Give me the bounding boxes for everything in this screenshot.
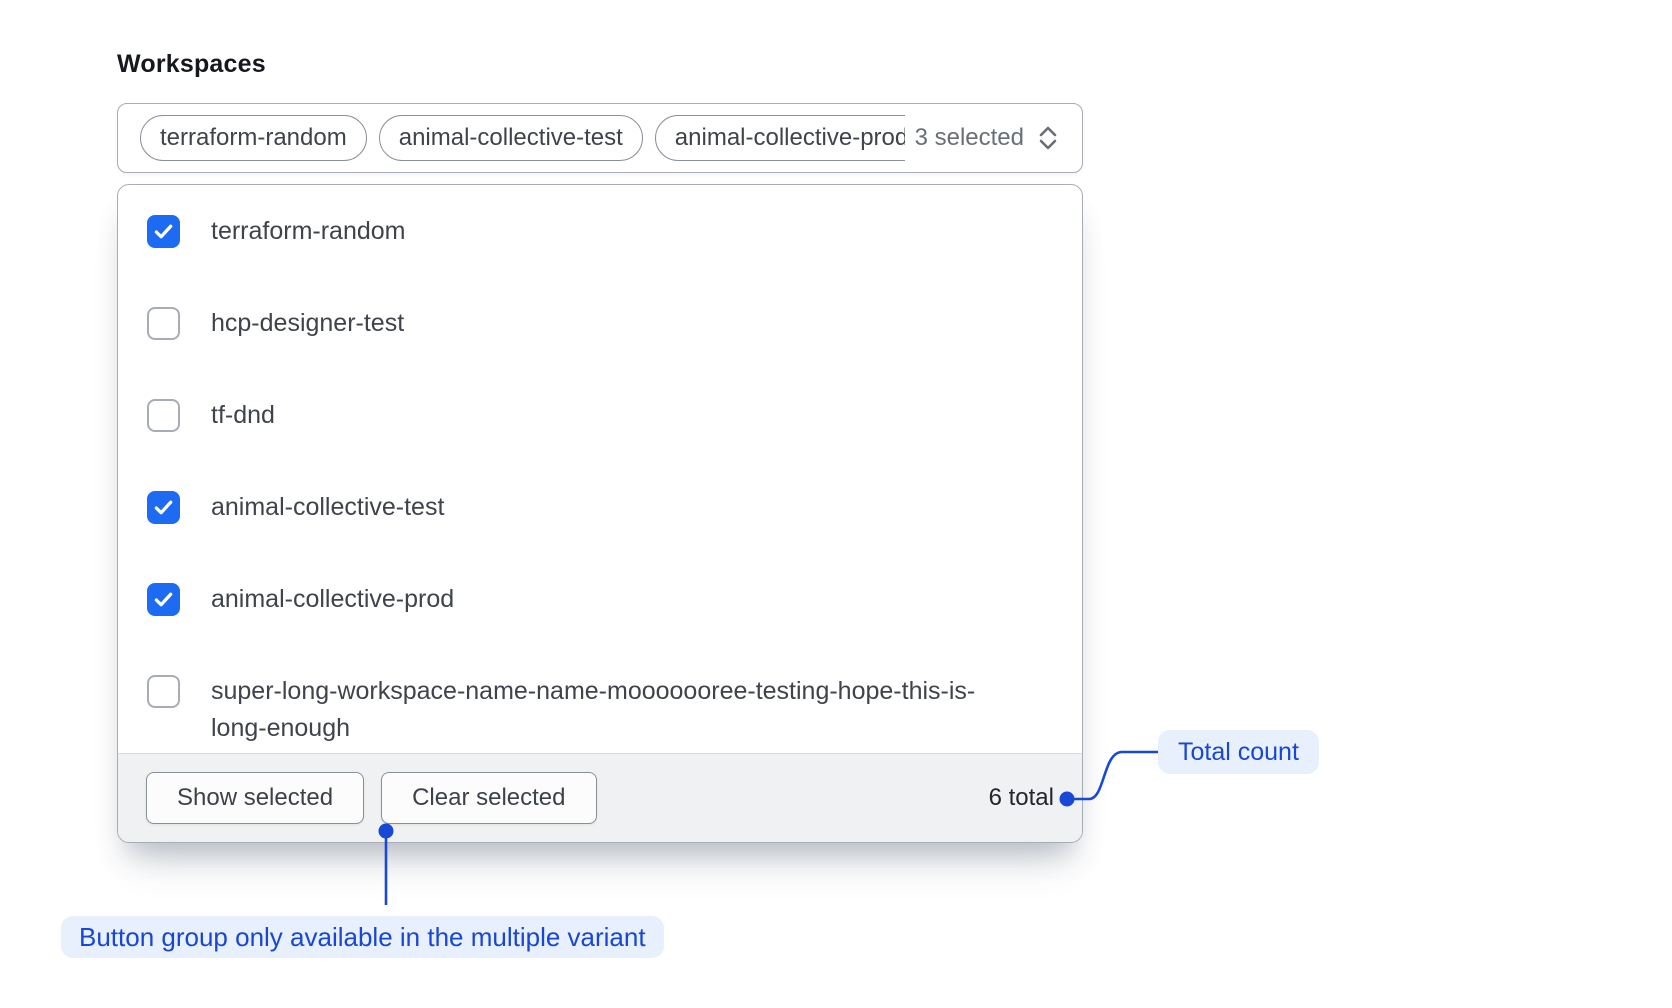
workspace-option-row[interactable]: terraform-random (147, 213, 1054, 250)
workspace-option-label: animal-collective-test (211, 489, 444, 526)
checkbox-icon[interactable] (147, 675, 180, 708)
clear-selected-button[interactable]: Clear selected (381, 772, 596, 824)
workspace-option-row[interactable]: animal-collective-prod (147, 581, 1054, 618)
workspace-option-label: super-long-workspace-name-name-moooooore… (211, 673, 1011, 747)
workspace-option-row[interactable]: animal-collective-test (147, 489, 1054, 526)
checkbox-icon[interactable] (147, 307, 180, 340)
show-selected-button[interactable]: Show selected (146, 772, 364, 824)
multiselect-demo-canvas: Workspaces terraform-random animal-colle… (0, 0, 1672, 1008)
workspace-option-row[interactable]: super-long-workspace-name-name-moooooore… (147, 673, 1054, 747)
total-count-text: 6 total (989, 784, 1054, 812)
options-list: terraform-random hcp-designer-test tf-dn… (118, 185, 1082, 753)
workspace-option-row[interactable]: tf-dnd (147, 397, 1054, 434)
selected-tags-group: terraform-random animal-collective-test … (140, 114, 905, 162)
total-count-annotation: Total count (1158, 730, 1319, 774)
workspace-option-label: animal-collective-prod (211, 581, 454, 618)
workspace-option-label: tf-dnd (211, 397, 275, 434)
selected-tag-truncated: animal-collective-prod (655, 115, 905, 161)
checkbox-icon[interactable] (147, 491, 180, 524)
checkbox-icon[interactable] (147, 583, 180, 616)
dropdown-footer: Show selected Clear selected 6 total (118, 753, 1082, 842)
workspace-option-label: terraform-random (211, 213, 406, 250)
button-group-annotation: Button group only available in the multi… (61, 916, 664, 958)
workspace-option-row[interactable]: hcp-designer-test (147, 305, 1054, 342)
workspace-option-label: hcp-designer-test (211, 305, 404, 342)
multiselect-trigger[interactable]: terraform-random animal-collective-test … (117, 103, 1083, 173)
checkbox-icon[interactable] (147, 399, 180, 432)
selected-tag: animal-collective-test (379, 115, 643, 161)
dropdown-panel: terraform-random hcp-designer-test tf-dn… (117, 184, 1083, 843)
annotation-line-total (1074, 752, 1158, 799)
chevron-up-down-icon (1034, 123, 1062, 153)
selected-tag: terraform-random (140, 115, 367, 161)
checkbox-icon[interactable] (147, 215, 180, 248)
selected-count-text: 3 selected (915, 124, 1024, 152)
workspaces-field-label: Workspaces (117, 50, 266, 79)
